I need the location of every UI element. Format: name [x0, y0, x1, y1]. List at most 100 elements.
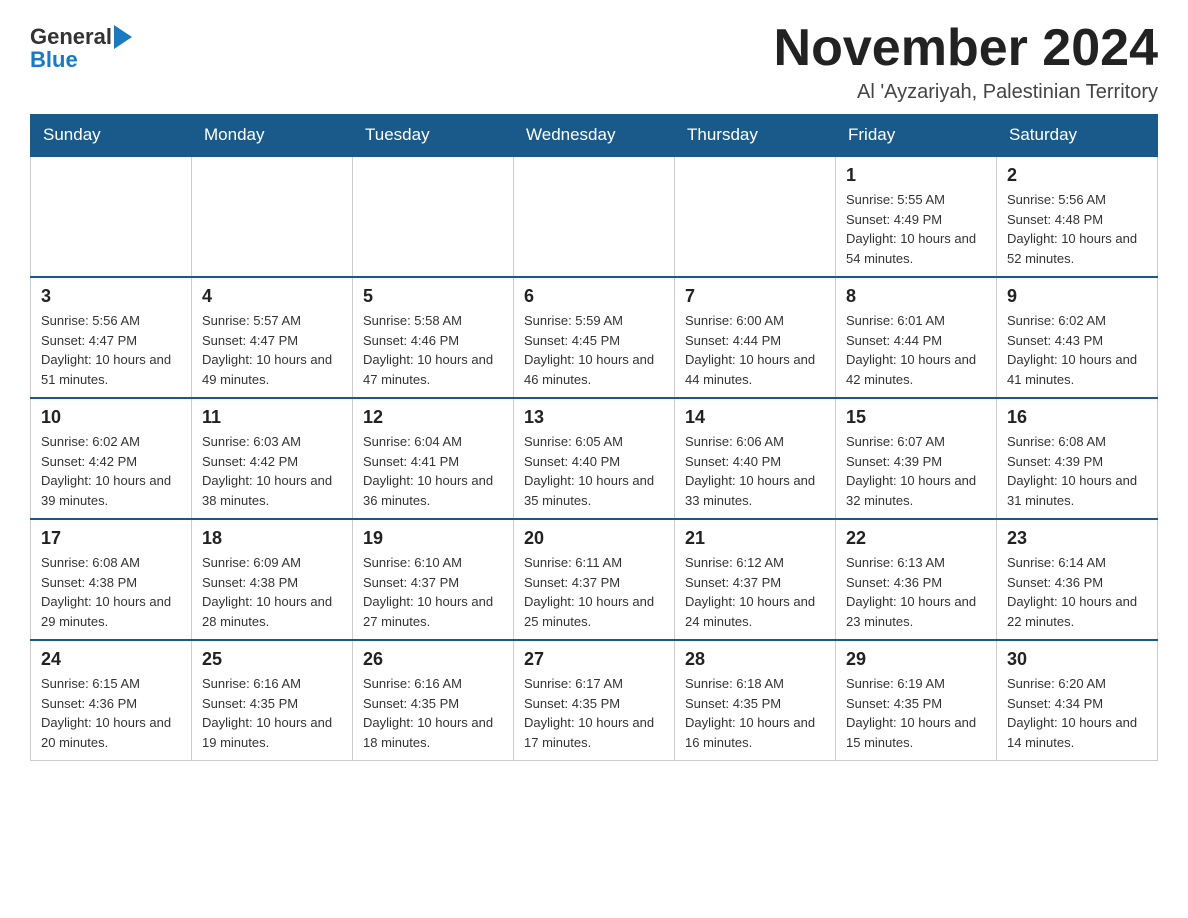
- page-header: General Blue November 2024 Al 'Ayzariyah…: [30, 20, 1158, 104]
- calendar-cell: 28 Sunrise: 6:18 AMSunset: 4:35 PMDayligh…: [675, 640, 836, 761]
- calendar-cell: 20Sunrise: 6:11 AMSunset: 4:37 PMDayligh…: [514, 519, 675, 640]
- calendar-cell: 4 Sunrise: 5:57 AMSunset: 4:47 PMDaylight…: [192, 277, 353, 398]
- day-info: Sunrise: 6:16 AMSunset: 4:35 PMDaylight:…: [202, 674, 342, 752]
- calendar-cell: [353, 156, 514, 277]
- day-number: 2: [1007, 165, 1147, 186]
- day-number: 17: [41, 528, 181, 549]
- calendar-cell: 30 Sunrise: 6:20 AMSunset: 4:34 PMDayligh…: [997, 640, 1158, 761]
- day-number: 7: [685, 286, 825, 307]
- calendar-cell: 7 Sunrise: 6:00 AMSunset: 4:44 PMDaylight…: [675, 277, 836, 398]
- day-info: Sunrise: 6:02 AMSunset: 4:43 PMDaylight:…: [1007, 311, 1147, 389]
- day-number: 27: [524, 649, 664, 670]
- day-info: Sunrise: 6:07 AMSunset: 4:39 PMDaylight:…: [846, 432, 986, 510]
- day-number: 19: [363, 528, 503, 549]
- day-number: 10: [41, 407, 181, 428]
- day-info: Sunrise: 6:06 AMSunset: 4:40 PMDaylight:…: [685, 432, 825, 510]
- logo-blue-text: Blue: [30, 49, 78, 71]
- calendar-cell: 15 Sunrise: 6:07 AMSunset: 4:39 PMDayligh…: [836, 398, 997, 519]
- page-title: November 2024: [774, 20, 1158, 77]
- day-number: 22: [846, 528, 986, 549]
- calendar-week-row: 1 Sunrise: 5:55 AMSunset: 4:49 PMDaylight…: [31, 156, 1158, 277]
- calendar-cell: [192, 156, 353, 277]
- calendar-day-header: Wednesday: [514, 115, 675, 157]
- day-info: Sunrise: 6:00 AMSunset: 4:44 PMDaylight:…: [685, 311, 825, 389]
- logo-arrow-icon: [114, 25, 132, 49]
- page-subtitle: Al 'Ayzariyah, Palestinian Territory: [774, 81, 1158, 104]
- calendar-day-header: Friday: [836, 115, 997, 157]
- day-info: Sunrise: 6:17 AMSunset: 4:35 PMDaylight:…: [524, 674, 664, 752]
- calendar-cell: 1 Sunrise: 5:55 AMSunset: 4:49 PMDaylight…: [836, 156, 997, 277]
- day-info: Sunrise: 6:16 AMSunset: 4:35 PMDaylight:…: [363, 674, 503, 752]
- day-info: Sunrise: 5:59 AMSunset: 4:45 PMDaylight:…: [524, 311, 664, 389]
- day-info: Sunrise: 6:03 AMSunset: 4:42 PMDaylight:…: [202, 432, 342, 510]
- calendar-cell: 16Sunrise: 6:08 AMSunset: 4:39 PMDayligh…: [997, 398, 1158, 519]
- day-number: 30: [1007, 649, 1147, 670]
- calendar-cell: 23 Sunrise: 6:14 AMSunset: 4:36 PMDayligh…: [997, 519, 1158, 640]
- calendar-cell: 18 Sunrise: 6:09 AMSunset: 4:38 PMDayligh…: [192, 519, 353, 640]
- day-number: 1: [846, 165, 986, 186]
- day-number: 23: [1007, 528, 1147, 549]
- day-info: Sunrise: 5:56 AMSunset: 4:47 PMDaylight:…: [41, 311, 181, 389]
- day-number: 15: [846, 407, 986, 428]
- day-info: Sunrise: 6:09 AMSunset: 4:38 PMDaylight:…: [202, 553, 342, 631]
- calendar-cell: 11 Sunrise: 6:03 AMSunset: 4:42 PMDayligh…: [192, 398, 353, 519]
- logo-general-text: General: [30, 26, 112, 48]
- calendar-cell: 12Sunrise: 6:04 AMSunset: 4:41 PMDayligh…: [353, 398, 514, 519]
- day-number: 3: [41, 286, 181, 307]
- calendar-cell: 8Sunrise: 6:01 AMSunset: 4:44 PMDaylight…: [836, 277, 997, 398]
- day-number: 4: [202, 286, 342, 307]
- day-info: Sunrise: 6:15 AMSunset: 4:36 PMDaylight:…: [41, 674, 181, 752]
- calendar-day-header: Tuesday: [353, 115, 514, 157]
- calendar-cell: 26Sunrise: 6:16 AMSunset: 4:35 PMDayligh…: [353, 640, 514, 761]
- calendar-cell: 5Sunrise: 5:58 AMSunset: 4:46 PMDaylight…: [353, 277, 514, 398]
- logo: General Blue: [30, 20, 132, 71]
- day-number: 14: [685, 407, 825, 428]
- day-info: Sunrise: 5:55 AMSunset: 4:49 PMDaylight:…: [846, 190, 986, 268]
- calendar-table: SundayMondayTuesdayWednesdayThursdayFrid…: [30, 114, 1158, 761]
- day-info: Sunrise: 6:08 AMSunset: 4:39 PMDaylight:…: [1007, 432, 1147, 510]
- day-info: Sunrise: 6:02 AMSunset: 4:42 PMDaylight:…: [41, 432, 181, 510]
- calendar-week-row: 24 Sunrise: 6:15 AMSunset: 4:36 PMDayligh…: [31, 640, 1158, 761]
- day-info: Sunrise: 5:57 AMSunset: 4:47 PMDaylight:…: [202, 311, 342, 389]
- day-info: Sunrise: 6:13 AMSunset: 4:36 PMDaylight:…: [846, 553, 986, 631]
- calendar-week-row: 3 Sunrise: 5:56 AMSunset: 4:47 PMDaylight…: [31, 277, 1158, 398]
- day-info: Sunrise: 6:08 AMSunset: 4:38 PMDaylight:…: [41, 553, 181, 631]
- calendar-cell: 29Sunrise: 6:19 AMSunset: 4:35 PMDayligh…: [836, 640, 997, 761]
- day-number: 11: [202, 407, 342, 428]
- day-number: 21: [685, 528, 825, 549]
- day-number: 9: [1007, 286, 1147, 307]
- day-info: Sunrise: 6:01 AMSunset: 4:44 PMDaylight:…: [846, 311, 986, 389]
- calendar-cell: 24 Sunrise: 6:15 AMSunset: 4:36 PMDayligh…: [31, 640, 192, 761]
- day-number: 24: [41, 649, 181, 670]
- calendar-cell: [31, 156, 192, 277]
- day-info: Sunrise: 5:56 AMSunset: 4:48 PMDaylight:…: [1007, 190, 1147, 268]
- calendar-day-header: Saturday: [997, 115, 1158, 157]
- calendar-header-row: SundayMondayTuesdayWednesdayThursdayFrid…: [31, 115, 1158, 157]
- calendar-cell: 17 Sunrise: 6:08 AMSunset: 4:38 PMDayligh…: [31, 519, 192, 640]
- calendar-cell: 19 Sunrise: 6:10 AMSunset: 4:37 PMDayligh…: [353, 519, 514, 640]
- day-info: Sunrise: 6:10 AMSunset: 4:37 PMDaylight:…: [363, 553, 503, 631]
- calendar-week-row: 17 Sunrise: 6:08 AMSunset: 4:38 PMDayligh…: [31, 519, 1158, 640]
- calendar-day-header: Sunday: [31, 115, 192, 157]
- day-info: Sunrise: 6:04 AMSunset: 4:41 PMDaylight:…: [363, 432, 503, 510]
- day-info: Sunrise: 6:20 AMSunset: 4:34 PMDaylight:…: [1007, 674, 1147, 752]
- day-number: 29: [846, 649, 986, 670]
- calendar-cell: 13Sunrise: 6:05 AMSunset: 4:40 PMDayligh…: [514, 398, 675, 519]
- calendar-week-row: 10 Sunrise: 6:02 AMSunset: 4:42 PMDayligh…: [31, 398, 1158, 519]
- day-info: Sunrise: 6:14 AMSunset: 4:36 PMDaylight:…: [1007, 553, 1147, 631]
- calendar-cell: [675, 156, 836, 277]
- calendar-cell: 6Sunrise: 5:59 AMSunset: 4:45 PMDaylight…: [514, 277, 675, 398]
- calendar-cell: 9 Sunrise: 6:02 AMSunset: 4:43 PMDaylight…: [997, 277, 1158, 398]
- day-number: 28: [685, 649, 825, 670]
- day-number: 25: [202, 649, 342, 670]
- calendar-cell: 25 Sunrise: 6:16 AMSunset: 4:35 PMDayligh…: [192, 640, 353, 761]
- calendar-day-header: Thursday: [675, 115, 836, 157]
- calendar-cell: 2 Sunrise: 5:56 AMSunset: 4:48 PMDaylight…: [997, 156, 1158, 277]
- calendar-day-header: Monday: [192, 115, 353, 157]
- calendar-header: SundayMondayTuesdayWednesdayThursdayFrid…: [31, 115, 1158, 157]
- day-number: 18: [202, 528, 342, 549]
- day-info: Sunrise: 6:18 AMSunset: 4:35 PMDaylight:…: [685, 674, 825, 752]
- calendar-cell: 3 Sunrise: 5:56 AMSunset: 4:47 PMDaylight…: [31, 277, 192, 398]
- calendar-cell: 27 Sunrise: 6:17 AMSunset: 4:35 PMDayligh…: [514, 640, 675, 761]
- calendar-cell: [514, 156, 675, 277]
